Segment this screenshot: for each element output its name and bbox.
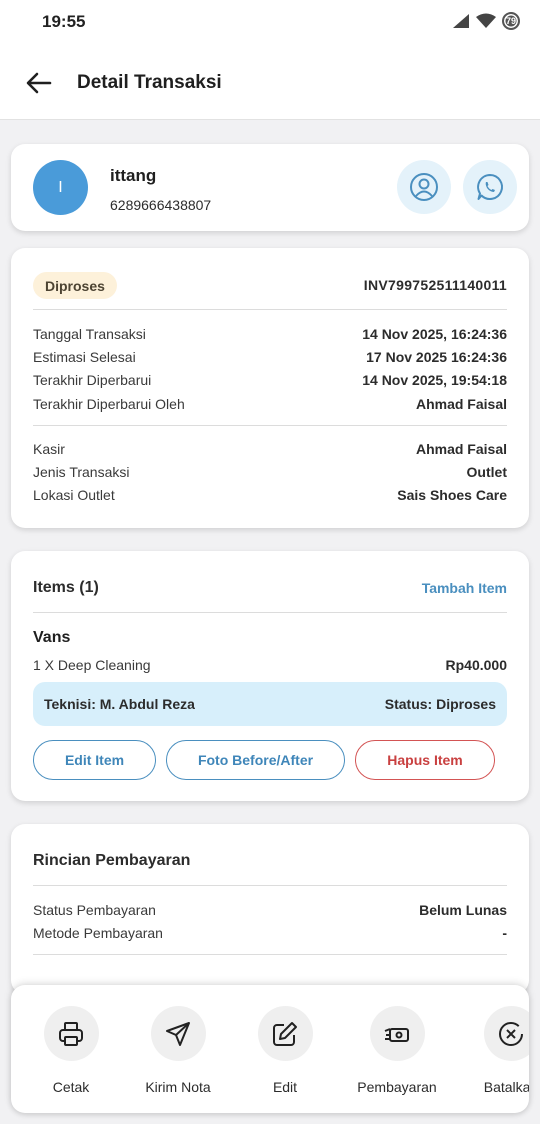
action-label: Pembayaran: [357, 1079, 437, 1095]
payment-label: Status Pembayaran: [33, 902, 156, 918]
status-icons: 79: [452, 12, 520, 30]
customer-phone: 6289666438807: [110, 197, 212, 213]
divider: [33, 309, 507, 310]
items-title: Items (1): [33, 579, 99, 596]
detail-row: Kasir Ahmad Faisal: [33, 439, 507, 459]
detail-value: Sais Shoes Care: [397, 487, 507, 503]
divider: [33, 425, 507, 426]
payment-row: Status Pembayaran Belum Lunas: [33, 900, 507, 920]
technician-name: Teknisi: M. Abdul Reza: [44, 696, 195, 712]
payment-card: Rincian Pembayaran Status Pembayaran Bel…: [11, 824, 529, 994]
detail-row: Terakhir Diperbarui Oleh Ahmad Faisal: [33, 394, 507, 414]
cancel-action[interactable]: Batalkan: [451, 1006, 529, 1095]
payment-value: -: [502, 925, 507, 941]
edit-item-button[interactable]: Edit Item: [33, 740, 156, 780]
payment-row: Metode Pembayaran -: [33, 923, 507, 943]
detail-value: 17 Nov 2025 16:24:36: [366, 349, 507, 365]
detail-value: Ahmad Faisal: [415, 441, 507, 457]
add-item-button[interactable]: Tambah Item: [422, 580, 507, 596]
invoice-number: INV799752511140011: [363, 277, 507, 293]
whatsapp-icon: [477, 174, 503, 200]
transaction-info-card: Diproses INV799752511140011 Tanggal Tran…: [11, 248, 529, 528]
wifi-icon: [476, 13, 496, 28]
divider: [33, 612, 507, 613]
action-label: Edit: [272, 1079, 298, 1095]
detail-label: Terakhir Diperbarui: [33, 372, 152, 388]
payment-label: Metode Pembayaran: [33, 925, 163, 941]
avatar: I: [33, 160, 88, 215]
detail-label: Lokasi Outlet: [33, 487, 115, 503]
app-bar: Detail Transaksi: [0, 46, 540, 120]
detail-row: Estimasi Selesai 17 Nov 2025 16:24:36: [33, 347, 507, 367]
payment-value: Belum Lunas: [419, 902, 507, 918]
action-label: Cetak: [52, 1079, 90, 1095]
customer-name: ittang: [110, 166, 157, 185]
back-button[interactable]: [22, 66, 56, 100]
photo-before-after-button[interactable]: Foto Before/After: [166, 740, 345, 780]
customer-card: I ittang 6289666438807: [11, 144, 529, 231]
divider: [33, 885, 507, 886]
whatsapp-button[interactable]: [463, 160, 517, 214]
cancel-icon: [483, 1006, 529, 1061]
divider: [33, 954, 507, 955]
battery-icon: 79: [502, 12, 520, 30]
detail-label: Tanggal Transaksi: [33, 326, 146, 342]
payment-icon: [369, 1006, 425, 1061]
page-title: Detail Transaksi: [77, 72, 222, 93]
send-receipt-action[interactable]: Kirim Nota: [118, 1006, 238, 1095]
status-badge: Diproses: [33, 272, 117, 299]
signal-icon: [453, 14, 469, 28]
action-label: Kirim Nota: [145, 1079, 211, 1095]
detail-value: 14 Nov 2025, 19:54:18: [362, 372, 507, 388]
item-service-row: 1 X Deep Cleaning Rp40.000: [33, 655, 507, 675]
action-label: Batalkan: [483, 1079, 529, 1095]
detail-row: Lokasi Outlet Sais Shoes Care: [33, 485, 507, 505]
edit-icon: [257, 1006, 313, 1061]
detail-value: 14 Nov 2025, 16:24:36: [362, 326, 507, 342]
payment-title: Rincian Pembayaran: [33, 852, 191, 869]
items-card: Items (1) Tambah Item Vans 1 X Deep Clea…: [11, 551, 529, 801]
detail-row: Terakhir Diperbarui 14 Nov 2025, 19:54:1…: [33, 370, 507, 390]
printer-icon: [43, 1006, 99, 1061]
bottom-action-bar: Cetak Kirim Nota Edit Pembayaran Batalka: [11, 985, 529, 1113]
status-bar: 19:55 79: [0, 0, 540, 46]
detail-value: Ahmad Faisal: [415, 396, 507, 412]
item-name: Vans: [33, 629, 71, 646]
detail-value: Outlet: [466, 464, 507, 480]
detail-label: Terakhir Diperbarui Oleh: [33, 396, 185, 412]
item-service: 1 X Deep Cleaning: [33, 657, 151, 673]
status-time: 19:55: [42, 12, 86, 31]
send-icon: [150, 1006, 206, 1061]
item-price: Rp40.000: [445, 657, 507, 673]
detail-label: Jenis Transaksi: [33, 464, 130, 480]
print-action[interactable]: Cetak: [11, 1006, 131, 1095]
user-profile-icon: [410, 173, 438, 201]
detail-label: Kasir: [33, 441, 65, 457]
delete-item-button[interactable]: Hapus Item: [355, 740, 495, 780]
back-arrow-icon: [26, 72, 52, 94]
edit-action[interactable]: Edit: [225, 1006, 345, 1095]
detail-row: Jenis Transaksi Outlet: [33, 462, 507, 482]
item-status: Status: Diproses: [384, 696, 496, 712]
payment-action[interactable]: Pembayaran: [337, 1006, 457, 1095]
detail-label: Estimasi Selesai: [33, 349, 136, 365]
customer-profile-button[interactable]: [397, 160, 451, 214]
detail-row: Tanggal Transaksi 14 Nov 2025, 16:24:36: [33, 324, 507, 344]
technician-panel: Teknisi: M. Abdul Reza Status: Diproses: [33, 682, 507, 726]
